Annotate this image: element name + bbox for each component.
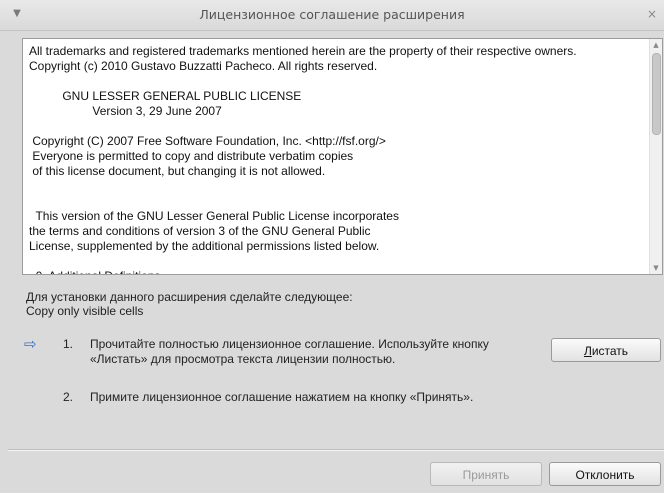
step-2-number: 2. [63, 390, 74, 404]
step-1-number: 1. [63, 337, 74, 351]
license-dialog: ▼ Лицензионное соглашение расширения × A… [0, 0, 664, 493]
step-1-text: Прочитайте полностью лицензионное соглаш… [90, 337, 489, 366]
current-step-arrow-icon: ⇨ [24, 335, 37, 353]
scroll-button-accel: Л [583, 344, 592, 358]
license-text: All trademarks and registered trademarks… [29, 44, 577, 274]
window-title: Лицензионное соглашение расширения [199, 7, 465, 22]
scroll-button-label: истать [591, 344, 629, 358]
scroll-button[interactable]: Листать [551, 338, 661, 362]
license-text-area[interactable]: All trademarks and registered trademarks… [22, 38, 663, 275]
vertical-scrollbar[interactable]: ▲ ▼ [649, 39, 662, 274]
close-icon[interactable]: × [644, 5, 660, 23]
divider [8, 449, 664, 451]
accept-button[interactable]: Принять [430, 462, 542, 486]
step-2-text: Примите лицензионное соглашение нажатием… [90, 390, 474, 404]
decline-button[interactable]: Отклонить [549, 462, 661, 486]
scroll-up-icon[interactable]: ▲ [650, 39, 662, 51]
title-bar[interactable]: ▼ Лицензионное соглашение расширения × [0, 0, 664, 31]
instructions-subtitle: Copy only visible cells [26, 304, 144, 318]
instructions-title: Для установки данного расширения сделайт… [26, 290, 353, 304]
scroll-down-icon[interactable]: ▼ [650, 262, 662, 274]
scrollbar-thumb[interactable] [652, 53, 661, 135]
